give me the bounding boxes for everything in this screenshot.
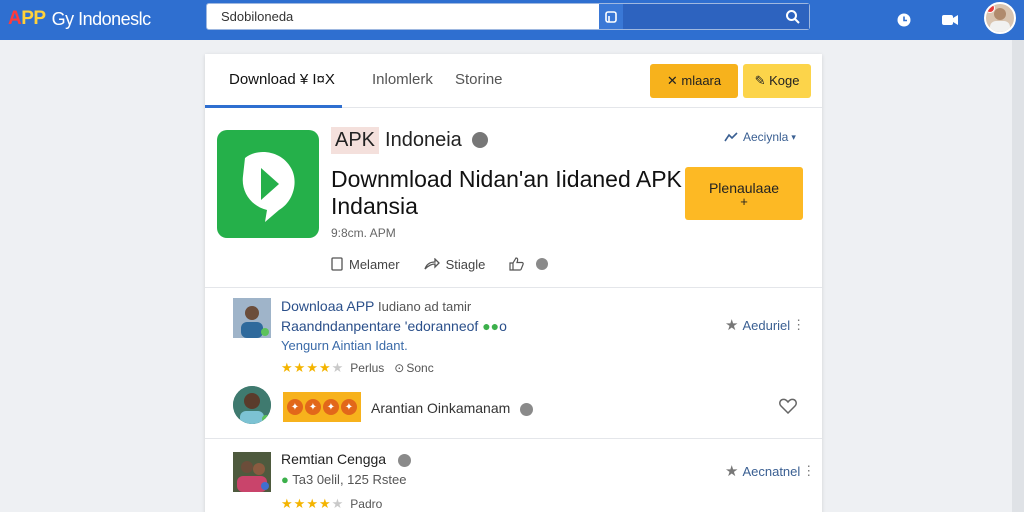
verified-icon	[471, 132, 488, 148]
list-item-thumbnail[interactable]	[233, 298, 271, 338]
list-item-thumbnail[interactable]	[233, 452, 271, 492]
check-circle-icon: ●	[281, 472, 289, 487]
app-icon	[217, 130, 319, 238]
apk-chip: APK	[331, 126, 380, 154]
tab-information[interactable]: Inlomlerk	[372, 71, 433, 88]
bookmark-action[interactable]: Melamer	[331, 257, 400, 272]
share-icon	[423, 258, 440, 270]
author-avatar[interactable]	[233, 386, 271, 424]
flame-icon: ✦	[323, 399, 339, 415]
star-icon: ★	[293, 360, 307, 375]
rating: ★ ★ ★ ★ ★ Perlus ⊙ Sonc	[281, 360, 434, 375]
add-favorite-link[interactable]: ★ Aecnatnel ⋮	[725, 462, 815, 480]
star-icon: ★	[331, 496, 345, 511]
globe-icon	[397, 453, 411, 467]
download-button[interactable]: Plenaulaae +	[685, 167, 803, 220]
history-button[interactable]	[890, 6, 918, 34]
app-logo[interactable]: A PP Gy Indoneslc	[8, 6, 151, 32]
star-outline-icon: ★	[725, 317, 739, 334]
video-icon	[942, 15, 958, 25]
more-vert-icon: ⋮	[802, 463, 816, 478]
header-primary-button[interactable]: ✕ mlaara	[650, 64, 738, 98]
tab-bar: Download ¥ I¤X Inlomlerk Storine ✕ mlaar…	[205, 54, 822, 108]
star-icon: ★	[281, 496, 294, 511]
person-photo-icon	[233, 386, 271, 424]
status-dots-icon: ●●	[482, 318, 500, 334]
tab-store[interactable]: Storine	[455, 71, 503, 88]
search-input[interactable]	[207, 4, 595, 29]
app-detail-card: Download ¥ I¤X Inlomlerk Storine ✕ mlaar…	[205, 54, 822, 512]
list-item-subtitle: Yengurn Aintian Idant.	[281, 338, 408, 353]
share-arrow-icon	[724, 132, 738, 142]
filter-button[interactable]	[599, 4, 623, 29]
clock-small-icon: ⊙	[394, 361, 405, 375]
top-bar: A PP Gy Indoneslc	[0, 0, 1024, 40]
share-link[interactable]: Aeciynla ▾	[723, 130, 796, 144]
divider	[205, 438, 822, 439]
flame-icon: ✦	[305, 399, 321, 415]
list-item-meta: ● Ta3 0elil, 125 Rstee	[281, 472, 407, 487]
tab-download[interactable]: Download ¥ I¤X	[229, 71, 335, 88]
app-title-row: APK Indoneia	[331, 126, 488, 154]
more-vert-icon: ⋮	[792, 317, 806, 332]
flame-icon: ✦	[287, 399, 303, 415]
star-icon: ★	[306, 496, 319, 511]
heart-icon	[779, 398, 797, 415]
star-icon: ★	[318, 496, 332, 511]
search-bar	[206, 3, 810, 30]
play-logo-icon	[242, 152, 295, 222]
share-action[interactable]: Stiagle	[423, 257, 485, 272]
list-item-description: Raandndan​pentare 'edoranneof ●●o	[281, 318, 507, 334]
notification-badge	[986, 4, 995, 13]
search-button[interactable]	[623, 4, 809, 29]
site-name: Gy Indoneslc	[51, 8, 152, 29]
star-outline-icon: ★	[725, 463, 739, 480]
video-button[interactable]	[936, 6, 964, 34]
user-avatar[interactable]	[984, 2, 1016, 34]
divider	[205, 287, 822, 288]
add-favorite-link[interactable]: ★ Aeduriel ⋮	[725, 316, 805, 334]
chevron-down-icon: ▾	[791, 131, 796, 142]
header-secondary-button[interactable]: ✎ Koge	[743, 64, 811, 98]
scrollbar-track[interactable]	[1012, 40, 1024, 512]
app-title: Indoneia	[385, 128, 462, 151]
filter-icon	[605, 10, 617, 23]
active-tab-indicator	[205, 105, 342, 108]
thumbs-up-icon	[509, 257, 525, 271]
app-size: 9:8cm. APM	[331, 226, 396, 240]
star-icon: ★	[293, 496, 307, 511]
like-button[interactable]	[779, 398, 797, 419]
bookmark-icon	[331, 257, 343, 271]
flame-icon: ✦	[341, 399, 357, 415]
globe-icon	[536, 258, 549, 270]
star-icon: ★	[331, 360, 345, 375]
app-headline: Downmload Nidan'an Iidaned APK Indansia	[331, 166, 682, 219]
person-photo-icon	[233, 298, 271, 338]
author-name[interactable]: Arantian Oinkamanam	[371, 400, 534, 416]
person-photo-icon	[233, 452, 271, 492]
app-action-row: Melamer Stiagle	[331, 254, 579, 274]
list-item-title[interactable]: Remtian Cengga	[281, 451, 411, 467]
list-item-title[interactable]: Downloaa APP Iudiano ad tamir	[281, 298, 471, 314]
globe-icon	[520, 402, 534, 416]
star-icon: ★	[306, 360, 319, 375]
search-icon	[786, 9, 800, 24]
rating: ★ ★ ★ ★ ★ Padro	[281, 496, 383, 511]
star-icon: ★	[318, 360, 332, 375]
like-action[interactable]	[509, 257, 555, 271]
reaction-badge[interactable]: ✦ ✦ ✦ ✦	[283, 392, 361, 422]
star-icon: ★	[281, 360, 294, 375]
clock-icon	[897, 13, 911, 27]
